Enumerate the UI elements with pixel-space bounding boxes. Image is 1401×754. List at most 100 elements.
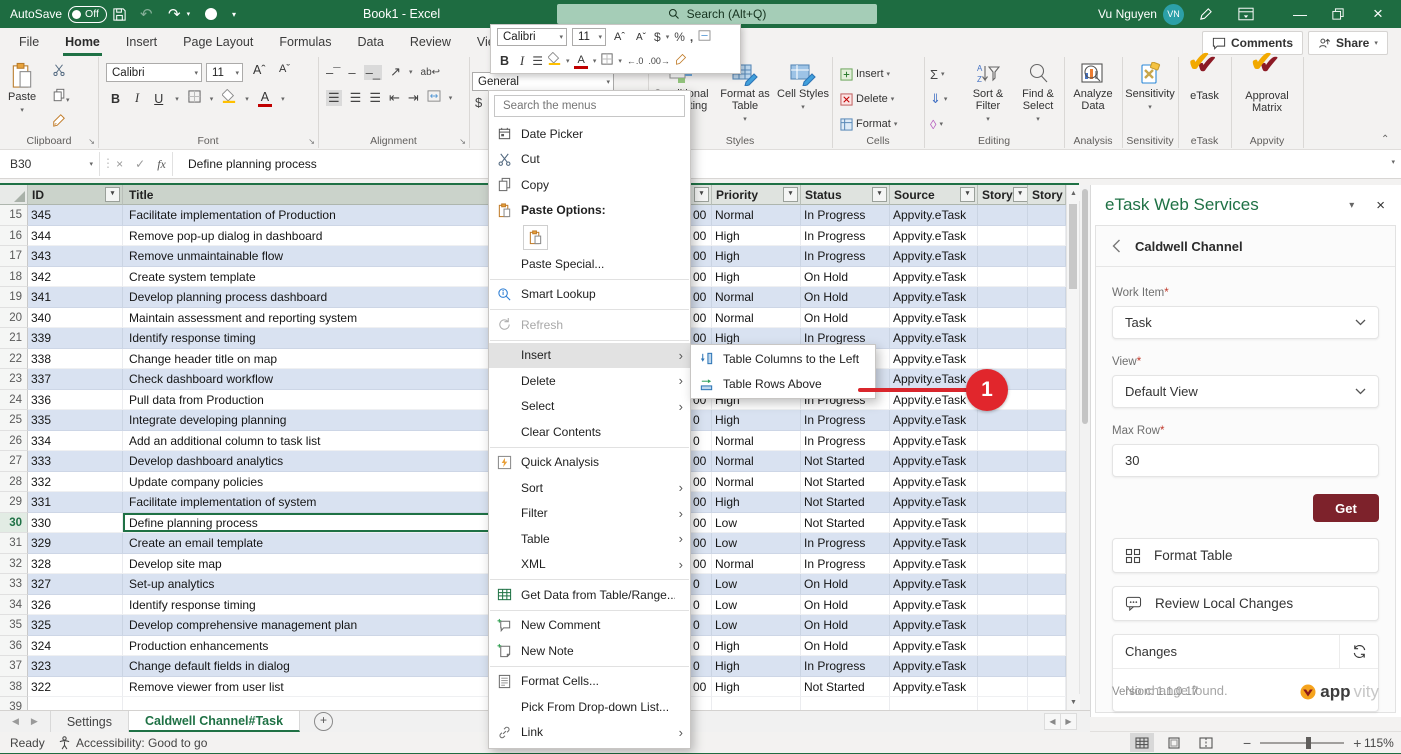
autosum-button[interactable]: Σ▾ xyxy=(930,65,947,83)
scroll-down-arrow[interactable]: ▼ xyxy=(1067,694,1080,710)
cell-story-name[interactable] xyxy=(1028,472,1066,493)
cell-source[interactable]: Appvity.eTask xyxy=(890,492,978,513)
cell-story[interactable] xyxy=(978,349,1028,370)
save-button[interactable] xyxy=(112,0,127,28)
row-header[interactable]: 21 xyxy=(0,328,28,349)
row-header[interactable]: 34 xyxy=(0,595,28,616)
font-size-select[interactable]: 11▾ xyxy=(206,63,243,82)
quick-access-menu-button[interactable]: ▾ xyxy=(232,0,236,28)
align-right-button[interactable]: ☰ xyxy=(369,90,381,106)
cell-priority[interactable]: High xyxy=(712,656,801,677)
underline-button[interactable]: U xyxy=(151,92,166,106)
cell-hidden-column[interactable] xyxy=(690,697,712,710)
cell-source[interactable]: Appvity.eTask xyxy=(890,451,978,472)
cell-status[interactable]: Not Started xyxy=(801,472,890,493)
cell-source[interactable]: Appvity.eTask xyxy=(890,636,978,657)
row-header[interactable]: 23 xyxy=(0,369,28,390)
cell-story[interactable] xyxy=(978,615,1028,636)
pane-close-button[interactable]: × xyxy=(1376,197,1385,214)
menu-item-clear-contents[interactable]: Clear Contents xyxy=(489,419,690,445)
sheet-tab-caldwell-channel-task[interactable]: Caldwell Channel#Task xyxy=(129,711,300,732)
cell-story-name[interactable] xyxy=(1028,595,1066,616)
menu-item-link[interactable]: Link › xyxy=(489,720,690,746)
cell-hidden-column[interactable]: 00 xyxy=(690,308,712,329)
row-header[interactable]: 25 xyxy=(0,410,28,431)
cell-hidden-column[interactable]: 0 xyxy=(690,656,712,677)
cell-priority[interactable]: High xyxy=(712,636,801,657)
filter-button[interactable]: ▾ xyxy=(1013,187,1028,202)
cell-story-name[interactable] xyxy=(1028,636,1066,657)
normal-view-button[interactable] xyxy=(1130,733,1154,752)
etask-button[interactable]: ✔ ✔ eTask xyxy=(1182,62,1227,102)
mini-font-color-button[interactable]: A xyxy=(574,54,587,69)
cell-status[interactable]: Not Started xyxy=(801,492,890,513)
cell-id[interactable]: 345 xyxy=(28,205,123,226)
cell-story-name[interactable] xyxy=(1028,492,1066,513)
hscroll-right-arrow[interactable]: ▶ xyxy=(1060,713,1077,730)
cell-hidden-column[interactable]: 00 xyxy=(690,451,712,472)
cell-id[interactable]: 324 xyxy=(28,636,123,657)
cell-id[interactable]: 339 xyxy=(28,328,123,349)
cell-story[interactable] xyxy=(978,595,1028,616)
menu-item-paste-clipboard[interactable] xyxy=(489,223,690,251)
cell-hidden-column[interactable]: 0 xyxy=(690,615,712,636)
share-button[interactable]: Share ▾ xyxy=(1308,31,1388,55)
menu-item-cut[interactable]: Cut xyxy=(489,147,690,173)
hscroll-left-arrow[interactable]: ◀ xyxy=(1044,713,1061,730)
cell-source[interactable]: Appvity.eTask xyxy=(890,349,978,370)
cell-story[interactable] xyxy=(978,513,1028,534)
mini-font-name-select[interactable]: Calibri▾ xyxy=(497,28,567,46)
cell-source[interactable]: Appvity.eTask xyxy=(890,595,978,616)
cell-story-name[interactable] xyxy=(1028,267,1066,288)
clear-button[interactable]: ◊▾ xyxy=(930,115,947,133)
cell-story[interactable] xyxy=(978,636,1028,657)
number-format-select[interactable]: General▾ xyxy=(472,72,614,91)
add-sheet-button[interactable]: + xyxy=(314,712,333,731)
mini-fill-color-button[interactable] xyxy=(548,52,561,70)
pane-options-button[interactable]: ▾ xyxy=(1349,200,1354,211)
format-cells-button[interactable]: Format▾ xyxy=(840,115,897,133)
accessibility-status[interactable]: Accessibility: Good to go xyxy=(58,732,207,753)
cell-story[interactable] xyxy=(978,328,1028,349)
align-center-button[interactable]: ☰ xyxy=(350,90,362,106)
cell-source[interactable]: Appvity.eTask xyxy=(890,369,978,390)
menu-item-delete[interactable]: Delete › xyxy=(489,368,690,394)
menu-item-xml[interactable]: XML › xyxy=(489,552,690,578)
mini-decrease-decimal-button[interactable]: .00→ xyxy=(648,56,670,66)
cell-story-name[interactable] xyxy=(1028,574,1066,595)
cell-story-name[interactable] xyxy=(1028,226,1066,247)
underline-menu[interactable]: ▾ xyxy=(175,95,179,103)
cell-priority[interactable]: Low xyxy=(712,533,801,554)
column-header-id[interactable]: ID▾ xyxy=(28,185,123,205)
cell-id[interactable]: 343 xyxy=(28,246,123,267)
cell-id[interactable]: 327 xyxy=(28,574,123,595)
cell-id[interactable]: 323 xyxy=(28,656,123,677)
cell-id[interactable]: 335 xyxy=(28,410,123,431)
cell-id[interactable]: 340 xyxy=(28,308,123,329)
cell-priority[interactable]: Low xyxy=(712,595,801,616)
ribbon-tab-formulas[interactable]: Formulas xyxy=(266,28,344,57)
row-header[interactable]: 27 xyxy=(0,451,28,472)
wrap-text-button[interactable]: ab↩ xyxy=(421,67,441,78)
confirm-entry-button[interactable]: ✓ xyxy=(135,157,145,171)
cell-id[interactable]: 331 xyxy=(28,492,123,513)
cell-status[interactable]: In Progress xyxy=(801,533,890,554)
restore-button[interactable] xyxy=(1321,0,1355,28)
merge-center-button[interactable] xyxy=(427,89,441,107)
accounting-format-button[interactable]: $ xyxy=(475,95,482,110)
avatar[interactable]: VN xyxy=(1163,0,1184,28)
taskpane-scrollbar-thumb[interactable] xyxy=(1082,189,1088,424)
cell-story[interactable] xyxy=(978,410,1028,431)
cell-story-name[interactable] xyxy=(1028,369,1066,390)
row-header[interactable]: 29 xyxy=(0,492,28,513)
cell-story-name[interactable] xyxy=(1028,205,1066,226)
cell-source[interactable]: Appvity.eTask xyxy=(890,308,978,329)
row-header[interactable]: 33 xyxy=(0,574,28,595)
cell-hidden-column[interactable]: 00 xyxy=(690,677,712,698)
mini-bold-button[interactable]: B xyxy=(497,54,512,68)
user-name[interactable]: Vu Nguyen xyxy=(1098,0,1157,28)
paste-button[interactable]: Paste▾ xyxy=(8,62,36,117)
mini-font-size-select[interactable]: 11▾ xyxy=(572,28,606,46)
filter-button[interactable]: ▾ xyxy=(783,187,798,202)
close-button[interactable]: × xyxy=(1361,0,1395,28)
